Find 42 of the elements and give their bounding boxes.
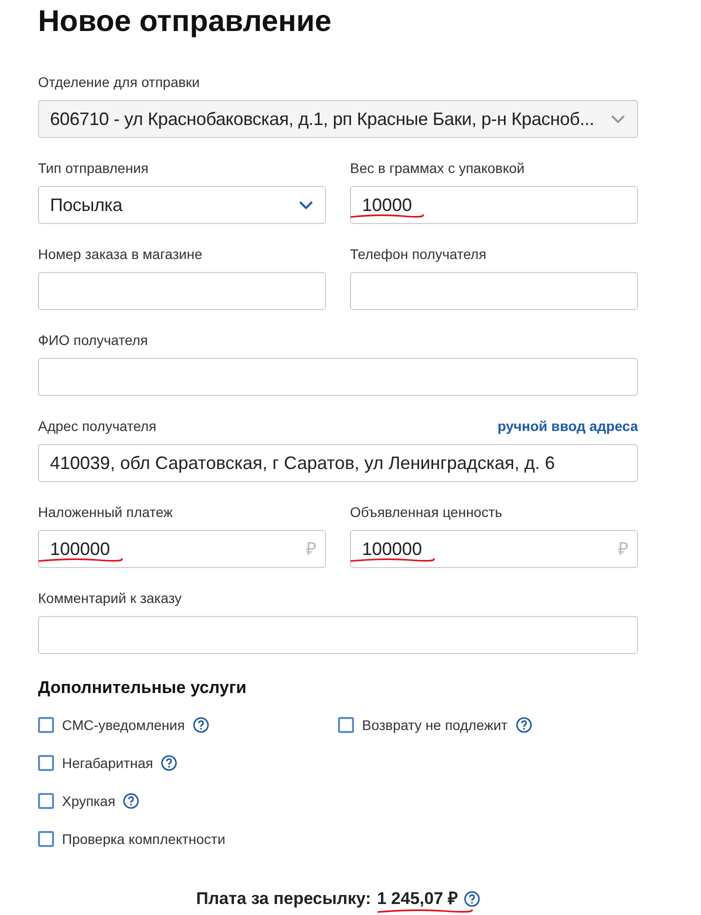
- checkbox-label: Возврату не подлежит: [362, 716, 508, 735]
- field-label: Отделение для отправки: [38, 72, 200, 92]
- checkbox[interactable]: [38, 755, 54, 771]
- field-label: Наложенный платеж: [38, 502, 173, 522]
- currency-sign: ₽: [618, 538, 628, 561]
- fee-amount: 1 245,07 ₽: [376, 888, 458, 910]
- field-label: Адрес получателя: [38, 416, 156, 436]
- section-title: Дополнительные услуги: [38, 677, 248, 699]
- checkbox-label: СМС-уведомления: [62, 716, 185, 735]
- help-icon[interactable]: [161, 755, 178, 771]
- dropdown: 606710 - ул Краснобаковская, д.1, рп Красные Баки, р-н Красноб...: [38, 100, 638, 138]
- page-title: Новое отправление: [38, 4, 332, 40]
- help-icon[interactable]: [123, 793, 140, 809]
- input-field[interactable]: [350, 272, 638, 310]
- help-icon[interactable]: [464, 891, 480, 907]
- chevron-down-icon: [298, 200, 314, 210]
- input-field[interactable]: 410039, обл Саратовская, г Саратов, ул Ленинградская, д. 6: [38, 444, 638, 482]
- field-label: Вес в граммах с упаковкой: [350, 158, 525, 178]
- field-label: Телефон получателя: [350, 244, 486, 264]
- checkbox-label: Проверка комплектности: [62, 830, 226, 849]
- input-field[interactable]: 10000: [350, 186, 638, 224]
- checkbox-label: Хрупкая: [62, 792, 116, 811]
- field-label: Комментарий к заказу: [38, 588, 182, 608]
- checkbox[interactable]: [338, 717, 354, 733]
- field-label: Тип отправления: [38, 158, 148, 178]
- help-icon[interactable]: [516, 717, 532, 733]
- help-icon[interactable]: [192, 717, 209, 733]
- checkbox-label: Негабаритная: [62, 754, 154, 773]
- field-label: Номер заказа в магазине: [38, 244, 202, 264]
- field-label: Объявленная ценность: [350, 502, 502, 522]
- checkbox[interactable]: [38, 831, 54, 847]
- field-label: ФИО получателя: [38, 330, 148, 350]
- currency-sign: ₽: [306, 538, 316, 561]
- input-field[interactable]: [38, 358, 638, 396]
- manual-address-link[interactable]: ручной ввод адреса: [497, 416, 638, 436]
- input-field[interactable]: [38, 616, 638, 654]
- checkbox[interactable]: [38, 717, 54, 733]
- input-field[interactable]: [38, 272, 326, 310]
- fee-label: Плата за пересылку:: [196, 888, 371, 910]
- chevron-down-icon: [610, 114, 626, 124]
- checkbox[interactable]: [38, 793, 54, 809]
- dropdown[interactable]: Посылка: [38, 186, 326, 224]
